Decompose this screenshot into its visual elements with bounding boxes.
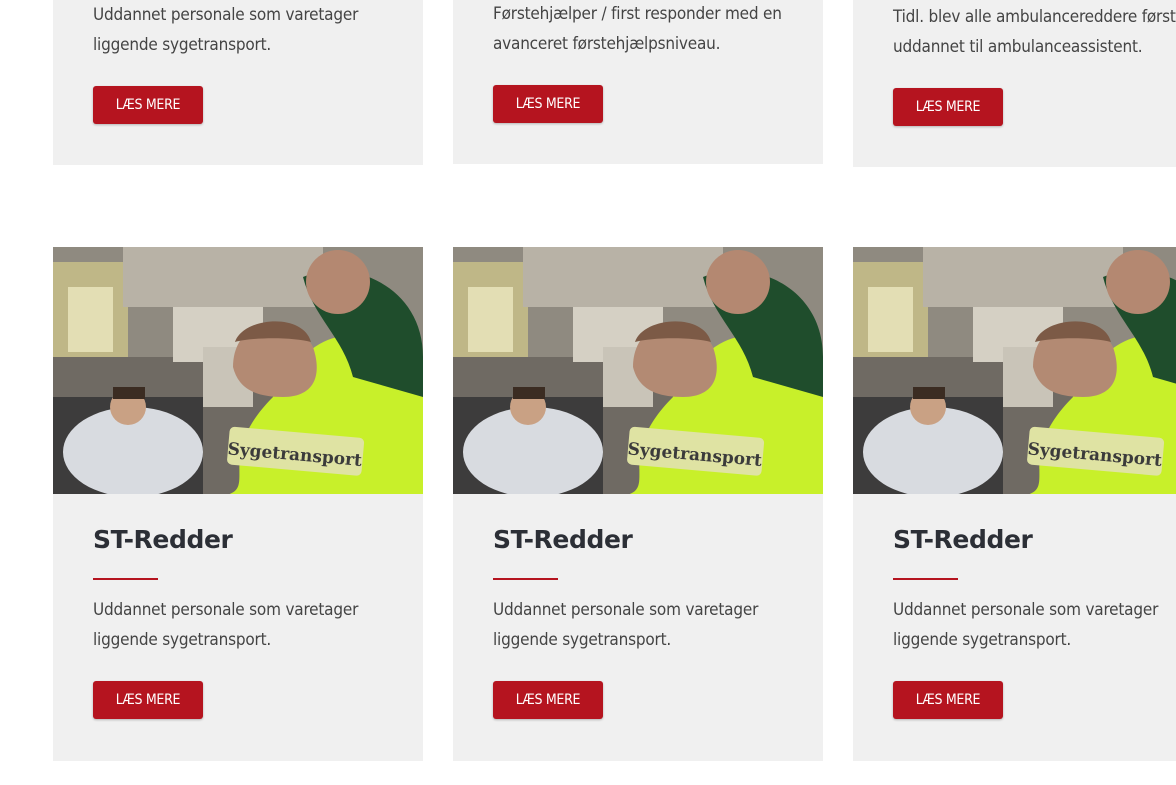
ambulance-photo: Sygetransport [853, 247, 1176, 494]
card-text-line: Uddannet personale som varetager [493, 600, 759, 620]
read-more-button[interactable]: LÆS MERE [893, 88, 1003, 126]
read-more-button[interactable]: LÆS MERE [93, 681, 203, 719]
st-redder-card-1: Sygetransport ST-Redder Uddannet persona… [53, 247, 423, 761]
card-text-line: Uddannet personale som varetager [93, 5, 359, 25]
st-redder-card-3: Sygetransport ST-Redder Uddannet persona… [853, 247, 1176, 761]
card-text-line: Uddannet personale som varetager [93, 600, 359, 620]
card-text-line: liggende sygetransport. [93, 35, 272, 55]
card-description: Førstehjælper / first responder med en a… [493, 0, 813, 59]
ambulance-photo-image: Sygetransport [53, 247, 423, 494]
title-divider [493, 578, 558, 580]
card-description: Uddannet personale som varetager liggend… [93, 595, 393, 655]
top-card-2: Førstehjælper / first responder med en a… [453, 0, 823, 164]
top-card-1: Uddannet personale som varetager liggend… [53, 0, 423, 165]
card-description: Tidl. blev alle ambulancereddere først u… [893, 2, 1176, 62]
card-description: Uddannet personale som varetager liggend… [493, 595, 793, 655]
card-title: ST-Redder [93, 525, 233, 554]
card-text-line: liggende sygetransport. [893, 630, 1072, 650]
card-description: Uddannet personale som varetager liggend… [893, 595, 1173, 655]
read-more-button[interactable]: LÆS MERE [493, 85, 603, 123]
ambulance-photo: Sygetransport [53, 247, 423, 494]
title-divider [893, 578, 958, 580]
st-redder-card-2: Sygetransport ST-Redder Uddannet persona… [453, 247, 823, 761]
ambulance-photo-image: Sygetransport [453, 247, 823, 494]
top-card-3: Tidl. blev alle ambulancereddere først u… [853, 0, 1176, 167]
read-more-button[interactable]: LÆS MERE [893, 681, 1003, 719]
card-text-line: Uddannet personale som varetager [893, 600, 1159, 620]
title-divider [93, 578, 158, 580]
card-text-line: liggende sygetransport. [493, 630, 672, 650]
card-text-line: uddannet til ambulanceassistent. [893, 37, 1143, 57]
read-more-button[interactable]: LÆS MERE [493, 681, 603, 719]
card-text-line: avanceret førstehjælpsniveau. [493, 34, 721, 54]
card-description: Uddannet personale som varetager liggend… [93, 0, 393, 60]
card-text-line: Tidl. blev alle ambulancereddere først [893, 7, 1176, 27]
card-text-line: Førstehjælper / first responder med en [493, 4, 782, 24]
ambulance-photo: Sygetransport [453, 247, 823, 494]
card-title: ST-Redder [893, 525, 1033, 554]
read-more-button[interactable]: LÆS MERE [93, 86, 203, 124]
card-text-line: liggende sygetransport. [93, 630, 272, 650]
card-title: ST-Redder [493, 525, 633, 554]
ambulance-photo-image: Sygetransport [853, 247, 1176, 494]
